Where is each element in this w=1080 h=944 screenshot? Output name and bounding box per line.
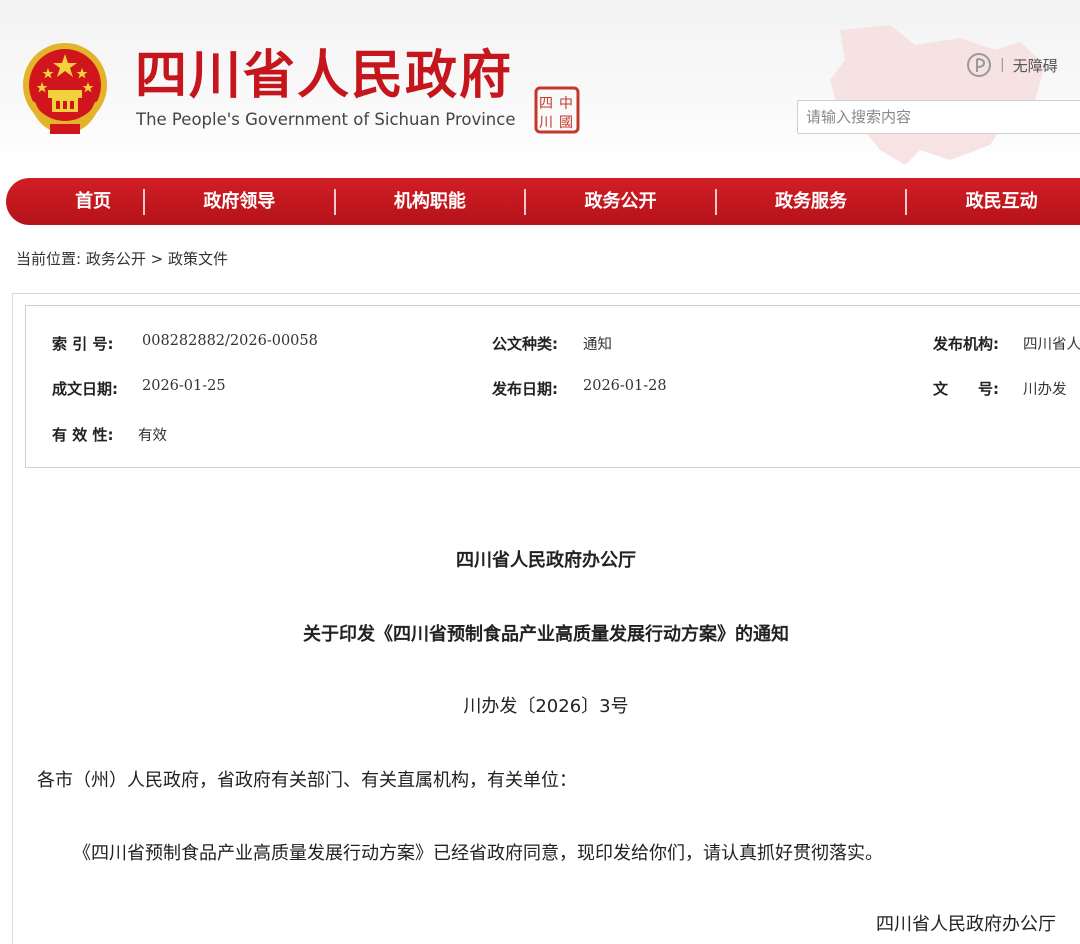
util-separator: |	[1000, 57, 1005, 73]
sichuan-seal-logo: 四 中 川 國	[534, 86, 580, 134]
meta-index-value: 008282882/2026-00058	[142, 333, 318, 349]
site-title[interactable]: 四川省人民政府	[135, 46, 513, 106]
svg-text:中: 中	[559, 96, 573, 112]
nav-item-public-affairs[interactable]: 政务公开	[526, 178, 715, 225]
national-emblem-icon	[23, 43, 107, 134]
svg-text:四: 四	[539, 96, 553, 112]
meta-validity-value: 有效	[138, 428, 167, 444]
accessibility-link[interactable]: 无障碍	[1013, 55, 1058, 76]
meta-written-date-value: 2026-01-25	[142, 378, 226, 394]
meta-publisher-label: 发布机构:	[933, 335, 999, 353]
svg-text:國: 國	[559, 115, 573, 131]
meta-index-label: 索 引 号:	[52, 335, 114, 353]
document-metadata: 索 引 号: 008282882/2026-00058 公文种类: 通知 发布机…	[25, 305, 1080, 468]
accessibility-icon[interactable]	[966, 52, 992, 78]
document-salutation: 各市（州）人民政府，省政府有关部门、有关直属机构，有关单位：	[37, 770, 577, 791]
meta-doc-type-label: 公文种类:	[492, 335, 558, 353]
search-input[interactable]	[797, 100, 1080, 134]
meta-doc-number-value: 川办发	[1023, 382, 1067, 398]
document-body-paragraph: 《四川省预制食品产业高质量发展行动方案》已经省政府同意，现印发给你们，请认真抓好…	[73, 843, 883, 864]
nav-item-services[interactable]: 政务服务	[717, 178, 906, 225]
site-subtitle: The People's Government of Sichuan Provi…	[136, 110, 516, 129]
meta-publisher-value: 四川省人	[1023, 337, 1080, 353]
meta-doc-number-label: 文 号:	[933, 380, 999, 398]
meta-written-date-label: 成文日期:	[52, 380, 118, 398]
document-signature: 四川省人民政府办公厅	[876, 914, 1056, 935]
nav-item-home[interactable]: 首页	[6, 178, 143, 225]
meta-publish-date-value: 2026-01-28	[583, 378, 667, 394]
nav-item-institutions[interactable]: 机构职能	[336, 178, 525, 225]
meta-validity-label: 有 效 性:	[52, 426, 114, 444]
nav-item-interaction[interactable]: 政民互动	[907, 178, 1080, 225]
document-title: 关于印发《四川省预制食品产业高质量发展行动方案》的通知	[303, 624, 789, 645]
breadcrumb-item-policy-docs[interactable]: 政策文件	[168, 250, 228, 268]
breadcrumb-item-public-affairs[interactable]: 政务公开	[86, 250, 146, 268]
document-issuer: 四川省人民政府办公厅	[456, 550, 636, 571]
document-number: 川办发〔2026〕3号	[463, 696, 629, 717]
meta-publish-date-label: 发布日期:	[492, 380, 558, 398]
breadcrumb-separator: >	[150, 250, 164, 268]
header-utilities: | 无障碍	[966, 50, 1058, 80]
sichuan-map-watermark	[830, 25, 1045, 165]
breadcrumb-prefix: 当前位置:	[16, 250, 82, 268]
meta-doc-type-value: 通知	[583, 337, 612, 353]
nav-item-leaders[interactable]: 政府领导	[145, 178, 334, 225]
site-header: 四川省人民政府 The People's Government of Sichu…	[0, 0, 1080, 170]
breadcrumb: 当前位置: 政务公开 > 政策文件	[16, 248, 228, 269]
svg-text:川: 川	[539, 115, 553, 131]
main-nav: 首页 政府领导 机构职能 政务公开 政务服务 政民互动	[6, 178, 1080, 225]
